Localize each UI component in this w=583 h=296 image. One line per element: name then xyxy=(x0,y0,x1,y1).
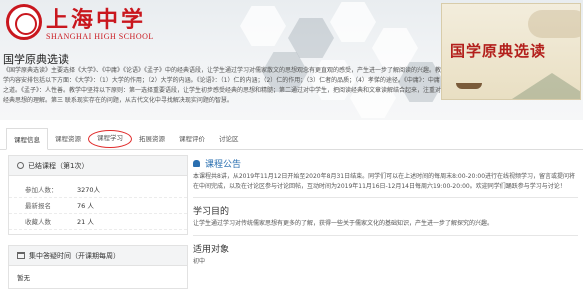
stat-row: 收藏人数 21 人 xyxy=(9,214,187,230)
course-status-panel: 已结课程（第1次） 参加人数： 3270人 最新报名 76 人 收藏人数 21 … xyxy=(8,155,188,235)
tab-course-study[interactable]: 课程学习 xyxy=(88,130,132,148)
school-name-cn: 上海中学 xyxy=(46,7,147,33)
divider xyxy=(193,197,578,198)
notice-title-text: 课程公告 xyxy=(205,160,242,170)
stat-row: 最新报名 76 人 xyxy=(9,198,187,214)
qa-value: 暂无 xyxy=(17,274,30,282)
course-cover-image: 国学原典选读 xyxy=(441,3,581,100)
stat-key: 最新报名 xyxy=(25,202,51,210)
audience-text: 初中 xyxy=(193,257,206,265)
calendar-icon xyxy=(17,252,25,259)
bell-icon xyxy=(193,160,200,167)
notice-title: 课程公告 xyxy=(193,157,578,170)
course-banner: 上海中学 SHANGHAI HIGH SCHOOL 国学原典选读 国学原典选读 … xyxy=(0,0,583,120)
course-tabs: 课程信息 课程资源 课程学习 拓展资源 课程评价 讨论区 xyxy=(0,128,583,150)
stat-value: 21 人 xyxy=(77,218,94,226)
school-seal-icon xyxy=(6,4,42,40)
course-description: 《国学原典选读》主要选择《大学》、《中庸》《论语》《孟子》中的经典语段，让学生通… xyxy=(3,67,442,104)
tab-course-resources[interactable]: 课程资源 xyxy=(48,128,88,150)
course-title: 国学原典选读 xyxy=(3,53,69,66)
stat-row: 参加人数： 3270人 xyxy=(9,182,187,198)
cloud-decoration xyxy=(528,10,580,38)
clock-icon xyxy=(17,162,24,169)
stat-value: 76 人 xyxy=(77,202,94,210)
school-logo[interactable]: 上海中学 SHANGHAI HIGH SCHOOL xyxy=(6,2,156,44)
tab-discussion[interactable]: 讨论区 xyxy=(212,128,246,150)
objective-text: 让学生通过学习对传统儒家思想有更多的了解，获得一些关于儒家文化的基础知识，产生进… xyxy=(193,220,494,227)
qa-label: 集中答疑时间（开课期每周） xyxy=(29,252,120,260)
divider xyxy=(193,234,578,236)
tab-extended-resources[interactable]: 拓展资源 xyxy=(132,128,172,150)
qa-time-panel: 集中答疑时间（开课期每周） 暂无 xyxy=(8,245,188,289)
school-name-en: SHANGHAI HIGH SCHOOL xyxy=(46,32,154,41)
tab-course-info[interactable]: 课程信息 xyxy=(6,128,48,150)
tab-course-evaluation[interactable]: 课程评价 xyxy=(172,128,212,150)
course-info-content: 课程公告 本课程共8讲，从2019年11月12日开始至2020年8月31日结束。… xyxy=(193,155,578,266)
objective-title: 学习目的 xyxy=(193,207,230,217)
stat-key: 收藏人数 xyxy=(25,218,51,226)
hex-decoration xyxy=(240,6,286,46)
stat-key: 参加人数： xyxy=(25,186,58,194)
cover-title: 国学原典选读 xyxy=(450,42,547,60)
stat-value: 3270人 xyxy=(77,186,101,194)
status-panel-header: 已结课程（第1次） xyxy=(9,156,187,176)
status-label: 已结课程（第1次） xyxy=(28,162,89,170)
mountain-decoration xyxy=(512,73,580,99)
hex-decoration xyxy=(330,2,376,42)
audience-title: 适用对象 xyxy=(193,244,230,255)
notice-text: 本课程共8讲，从2019年11月12日开始至2020年8月31日结束。同学们可以… xyxy=(193,173,576,190)
boat-decoration xyxy=(456,83,482,89)
qa-panel-header: 集中答疑时间（开课期每周） xyxy=(9,246,187,266)
